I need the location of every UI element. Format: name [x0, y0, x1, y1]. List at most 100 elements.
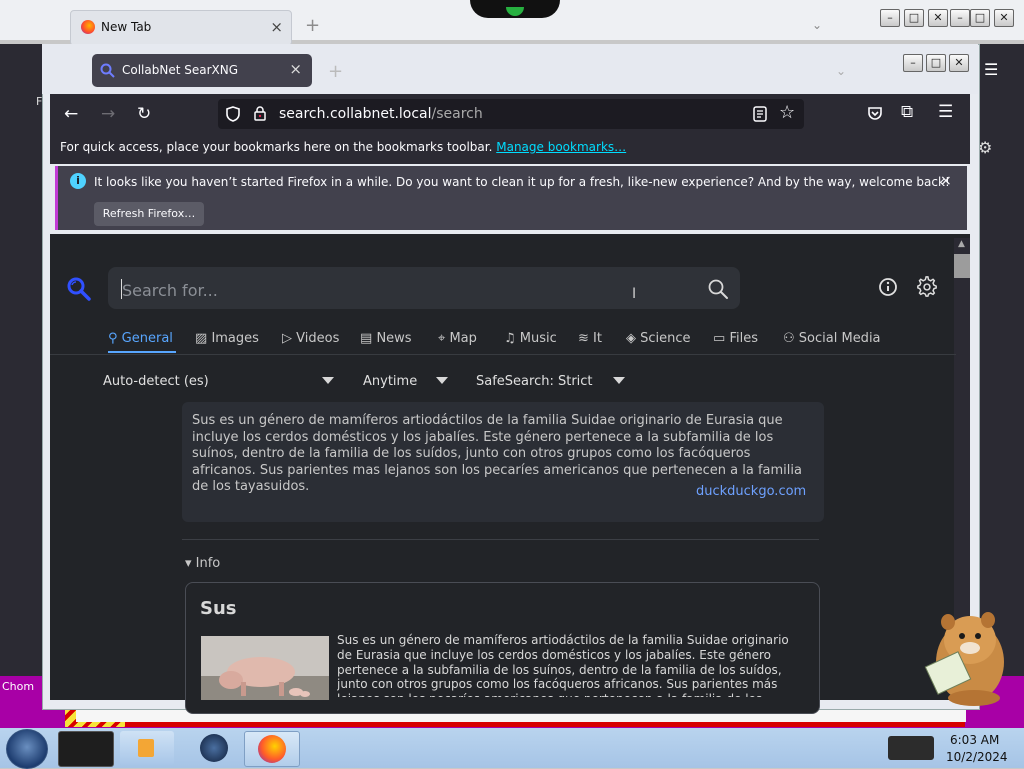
search-icon[interactable] [707, 278, 729, 300]
new-tab-button[interactable]: + [328, 61, 343, 82]
info-section-toggle[interactable]: ▾ Info [185, 556, 220, 571]
search-icon: ⚲ [108, 331, 118, 346]
tab-list-chevron-icon[interactable]: ⌄ [836, 64, 846, 78]
bookmark-star-icon[interactable]: ☆ [779, 102, 795, 123]
time-range-select[interactable]: Anytime [363, 374, 417, 389]
play-icon: ▷ [282, 331, 292, 346]
category-science[interactable]: ◈ Science [626, 329, 691, 349]
category-videos[interactable]: ▷ Videos [282, 329, 339, 349]
outer-gear-icon[interactable]: ⚙ [978, 138, 992, 157]
clock-date[interactable]: 10/2/2024 [946, 750, 1008, 764]
taskbar-app-firefox[interactable] [244, 731, 300, 767]
outer-menu-icon[interactable]: ☰ [984, 60, 998, 79]
media-player-icon [138, 739, 154, 757]
app-menu-icon[interactable]: ☰ [938, 102, 953, 122]
close-button[interactable]: ✕ [949, 54, 969, 72]
lock-icon[interactable] [253, 105, 267, 122]
search-input[interactable] [120, 278, 684, 302]
category-social-media[interactable]: ⚇ Social Media [783, 329, 881, 349]
category-label: Files [729, 331, 758, 346]
shield-icon[interactable] [226, 106, 240, 122]
category-music[interactable]: ♫ Music [504, 329, 557, 349]
time-chevron-down-icon[interactable] [436, 377, 448, 384]
minimize-button[interactable]: – [903, 54, 923, 72]
category-files[interactable]: ▭ Files [713, 329, 758, 349]
reader-view-icon[interactable] [753, 106, 767, 122]
category-label: Images [211, 331, 259, 346]
outer-minimize-button-2[interactable]: – [950, 9, 970, 27]
file-drawer-icon: ▭ [713, 331, 726, 346]
back-arrow-icon[interactable]: ← [64, 104, 78, 124]
gear-icon[interactable] [916, 276, 938, 298]
category-it[interactable]: ≋ It [578, 329, 602, 349]
outer-partial-label: Chom [2, 680, 35, 693]
safesearch-select[interactable]: SafeSearch: Strict [476, 374, 593, 389]
outer-tab-title: New Tab [101, 20, 152, 34]
selected-category-underline [108, 351, 176, 353]
forward-arrow-icon[interactable]: → [101, 104, 115, 124]
tab-close-icon[interactable]: × [289, 60, 302, 78]
outer-tab-new-tab[interactable]: New Tab × [70, 10, 292, 46]
language-chevron-down-icon[interactable] [322, 377, 334, 384]
taskbar-app-network[interactable] [186, 731, 240, 765]
refresh-firefox-button[interactable]: Refresh Firefox… [94, 202, 204, 226]
info-circle-icon: i [70, 173, 86, 189]
infobox-text: Sus es un género de mamíferos artiodácti… [337, 633, 789, 697]
scrollbar-thumb[interactable] [954, 254, 970, 278]
firefox-icon [258, 735, 286, 763]
searxng-logo-icon[interactable] [66, 276, 92, 302]
notification-close-icon[interactable]: × [940, 173, 952, 189]
category-map[interactable]: ⌖ Map [438, 329, 477, 349]
language-select[interactable]: Auto-detect (es) [103, 374, 209, 389]
taskbar-app-media[interactable] [120, 731, 174, 765]
tray-network-icon[interactable] [888, 736, 934, 760]
outer-restore-button-2[interactable]: □ [970, 9, 990, 27]
category-divider [50, 354, 956, 355]
category-label: Videos [296, 331, 340, 346]
clock-time[interactable]: 6:03 AM [950, 733, 999, 747]
category-label: General [121, 331, 173, 346]
taskbar-app-terminal[interactable] [58, 731, 114, 767]
graduation-cap-icon: ◈ [626, 331, 636, 346]
start-button[interactable] [6, 729, 48, 769]
image-icon: ▨ [195, 331, 208, 346]
music-note-icon: ♫ [504, 331, 516, 346]
url-host: search.collabnet.local [279, 106, 432, 122]
url-path: /search [431, 106, 483, 122]
notification-message: It looks like you haven’t started Firefo… [94, 175, 950, 189]
maximize-button[interactable]: □ [926, 54, 946, 72]
outer-close-button-2[interactable]: ✕ [994, 9, 1014, 27]
info-icon[interactable] [878, 277, 898, 297]
outer-close-button[interactable]: ✕ [928, 9, 948, 27]
category-news[interactable]: ▤ News [360, 329, 412, 349]
category-general[interactable]: ⚲ General [108, 329, 173, 349]
firefox-icon [81, 20, 95, 34]
outer-new-tab-button[interactable]: + [305, 15, 320, 36]
answer-source-link[interactable]: duckduckgo.com [696, 484, 806, 499]
category-label: Social Media [798, 331, 881, 346]
pig-image[interactable] [201, 636, 329, 700]
map-pin-icon: ⌖ [438, 331, 446, 346]
scroll-up-arrow-icon[interactable]: ▲ [958, 239, 965, 249]
outer-tab-close-icon[interactable]: × [270, 18, 283, 36]
extensions-puzzle-icon[interactable]: ⧉ [901, 102, 913, 122]
globe-icon [200, 734, 228, 762]
bookmarks-toolbar-message: For quick access, place your bookmarks h… [60, 140, 626, 154]
outer-minimize-button[interactable]: – [880, 9, 900, 27]
outer-tab-list-chevron-icon[interactable]: ⌄ [812, 18, 822, 32]
outer-window-body-left [0, 44, 42, 700]
answer-divider [182, 539, 819, 540]
people-icon: ⚇ [783, 331, 795, 346]
manage-bookmarks-link[interactable]: Manage bookmarks… [496, 140, 626, 154]
layers-icon: ≋ [578, 331, 589, 346]
category-images[interactable]: ▨ Images [195, 329, 259, 349]
category-label: Music [519, 331, 557, 346]
reload-icon[interactable]: ↻ [137, 104, 151, 124]
tab-collabnet-searxng[interactable]: CollabNet SearXNG × [92, 54, 312, 87]
outer-maximize-button[interactable]: □ [904, 9, 924, 27]
url-text[interactable]: search.collabnet.local/search [279, 106, 483, 122]
pocket-icon[interactable] [867, 106, 883, 121]
mouse-cursor-ibeam: I [632, 286, 637, 302]
hamster-mascot-image[interactable] [918, 600, 1010, 708]
safesearch-chevron-down-icon[interactable] [613, 377, 625, 384]
